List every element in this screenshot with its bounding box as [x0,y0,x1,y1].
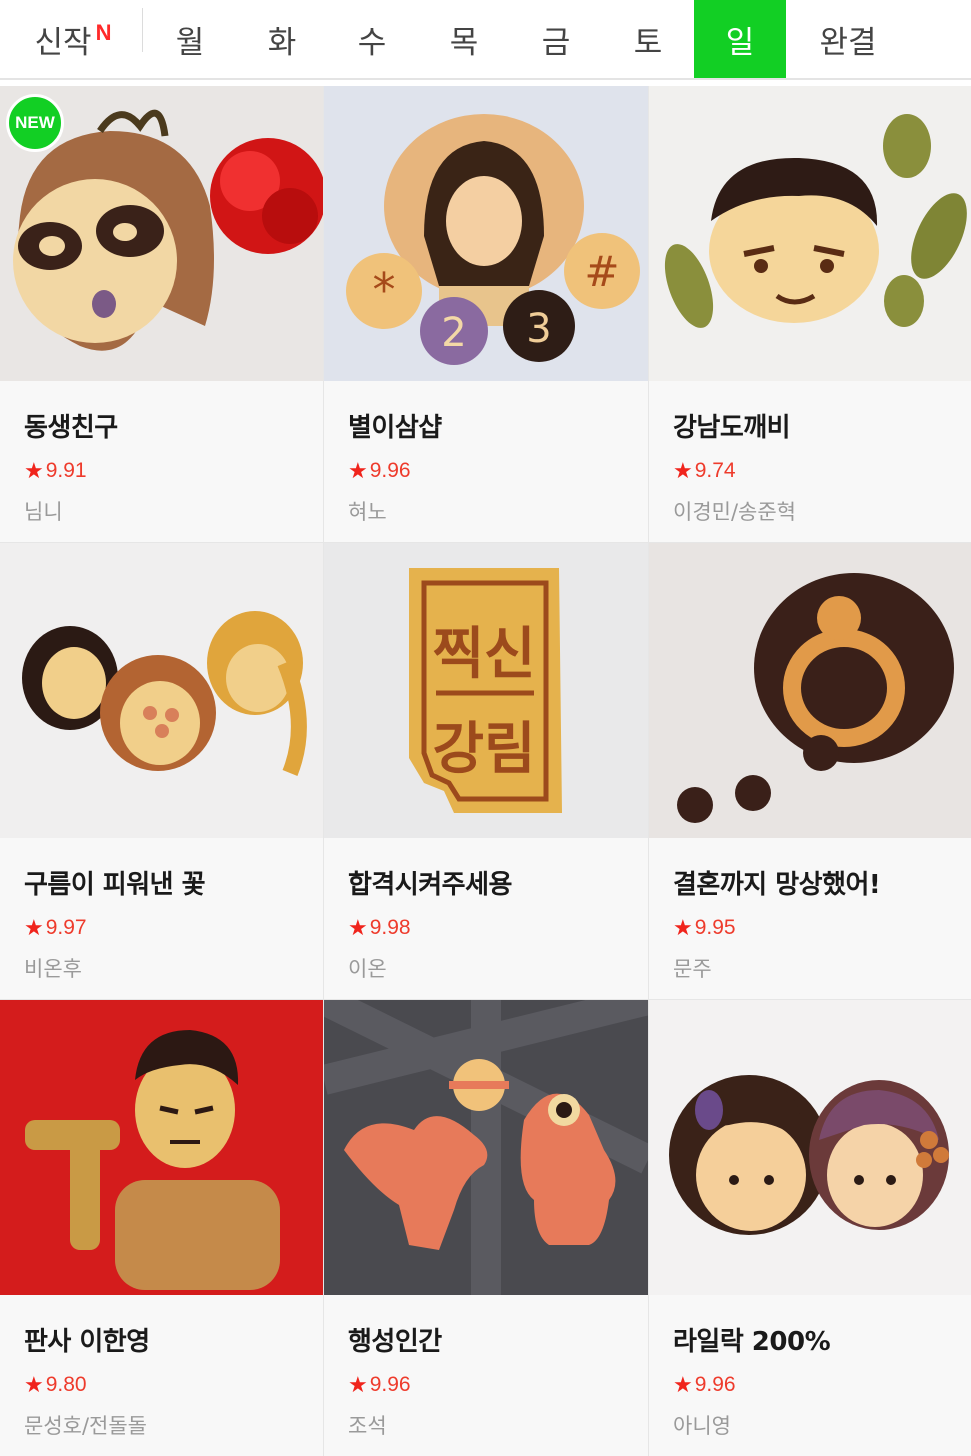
webtoon-rating: ★ 9.80 [24,1372,299,1398]
rating-value: 9.96 [694,1373,736,1396]
webtoon-title: 구름이 피워낸 꽃 [24,870,206,900]
star-icon: ★ [673,458,693,483]
webtoon-author: 혀노 [348,500,387,524]
coin-2-text: 2 [441,310,466,356]
star-icon: ★ [348,458,368,483]
webtoon-card[interactable]: 찍신 강림 합격시켜주세용 ★ 9.98 이온 [324,543,648,999]
webtoon-author: 님니 [24,500,63,524]
thumbnail-image [0,1000,323,1295]
webtoon-rating: ★ 9.98 [348,915,624,941]
webtoon-author: 문주 [673,957,712,981]
star-icon: ★ [673,915,693,940]
rating-value: 9.98 [369,916,411,939]
webtoon-title: 행성인간 [348,1327,442,1357]
tab-completed[interactable]: 완결 [800,0,896,78]
tab-new-label: 신작 [34,24,92,61]
coin-hash-text: # [584,247,619,296]
webtoon-card[interactable]: 동생친구 ★ 9.91 님니 [0,86,323,542]
webtoon-grid: 동생친구 ★ 9.91 님니 * 2 3 # 별이삼샵 ★ 9.96 혀노 강남… [0,86,971,1456]
coin-star-text: * [373,263,396,317]
coin-3-text: 3 [526,306,551,352]
tab-tuesday[interactable]: 화 [240,0,324,78]
webtoon-card[interactable]: * 2 3 # 별이삼샵 ★ 9.96 혀노 [324,86,648,542]
rating-value: 9.80 [45,1373,87,1396]
thumbnail-image: * 2 3 # [324,86,648,381]
tab-thursday[interactable]: 목 [422,0,506,78]
webtoon-card[interactable]: 결혼까지 망상했어! ★ 9.95 문주 [649,543,971,999]
star-icon: ★ [24,458,44,483]
tab-monday[interactable]: 월 [148,0,232,78]
webtoon-author: 이경민/송준혁 [673,500,796,524]
webtoon-author: 조석 [348,1414,387,1438]
rating-value: 9.96 [369,1373,411,1396]
webtoon-rating: ★ 9.91 [24,458,299,484]
webtoon-title: 판사 이한영 [24,1327,150,1357]
rating-value: 9.96 [369,459,411,482]
webtoon-card[interactable]: 강남도깨비 ★ 9.74 이경민/송준혁 [649,86,971,542]
webtoon-rating: ★ 9.74 [673,458,949,484]
webtoon-card[interactable]: 행성인간 ★ 9.96 조석 [324,1000,648,1456]
thumbnail-image [324,1000,648,1295]
webtoon-rating: ★ 9.96 [348,1372,624,1398]
webtoon-title: 별이삼샵 [348,413,442,443]
thumbnail-image [649,543,971,838]
new-mark-icon: N [95,20,112,45]
tab-wednesday[interactable]: 수 [330,0,414,78]
webtoon-card[interactable]: 판사 이한영 ★ 9.80 문성호/전돌돌 [0,1000,323,1456]
webtoon-rating: ★ 9.97 [24,915,299,941]
webtoon-rating: ★ 9.96 [348,458,624,484]
webtoon-title: 합격시켜주세용 [348,870,512,900]
sign-top-text: 찍신 [432,622,535,687]
thumbnail-image: 찍신 강림 [324,543,648,838]
thumbnail-image [0,543,323,838]
tab-new[interactable]: 신작 N [18,0,128,78]
webtoon-author: 비온후 [24,957,82,981]
sign-bottom-text: 강림 [432,717,535,782]
tab-sunday[interactable]: 일 [694,0,786,78]
rating-value: 9.95 [694,916,736,939]
star-icon: ★ [673,1372,693,1397]
star-icon: ★ [348,1372,368,1397]
webtoon-rating: ★ 9.95 [673,915,949,941]
webtoon-author: 문성호/전돌돌 [24,1414,147,1438]
tab-saturday[interactable]: 토 [606,0,690,78]
webtoon-card[interactable]: 구름이 피워낸 꽃 ★ 9.97 비온후 [0,543,323,999]
day-tab-bar: 신작 N 월 화 수 목 금 토 일 완결 [0,0,971,80]
rating-value: 9.74 [694,459,736,482]
star-icon: ★ [24,915,44,940]
webtoon-author: 이온 [348,957,387,981]
webtoon-title: 결혼까지 망상했어! [673,870,881,900]
webtoon-card[interactable]: 라일락 200% ★ 9.96 아니영 [649,1000,971,1456]
tab-friday[interactable]: 금 [514,0,598,78]
rating-value: 9.91 [45,459,87,482]
rating-value: 9.97 [45,916,87,939]
new-badge: NEW [6,94,64,152]
webtoon-rating: ★ 9.96 [673,1372,949,1398]
star-icon: ★ [24,1372,44,1397]
tab-divider [142,8,143,52]
webtoon-title: 라일락 200% [673,1327,831,1357]
webtoon-author: 아니영 [673,1414,731,1438]
webtoon-title: 강남도깨비 [673,413,791,443]
thumbnail-image [649,86,971,381]
thumbnail-image [649,1000,971,1295]
webtoon-title: 동생친구 [24,413,118,443]
star-icon: ★ [348,915,368,940]
